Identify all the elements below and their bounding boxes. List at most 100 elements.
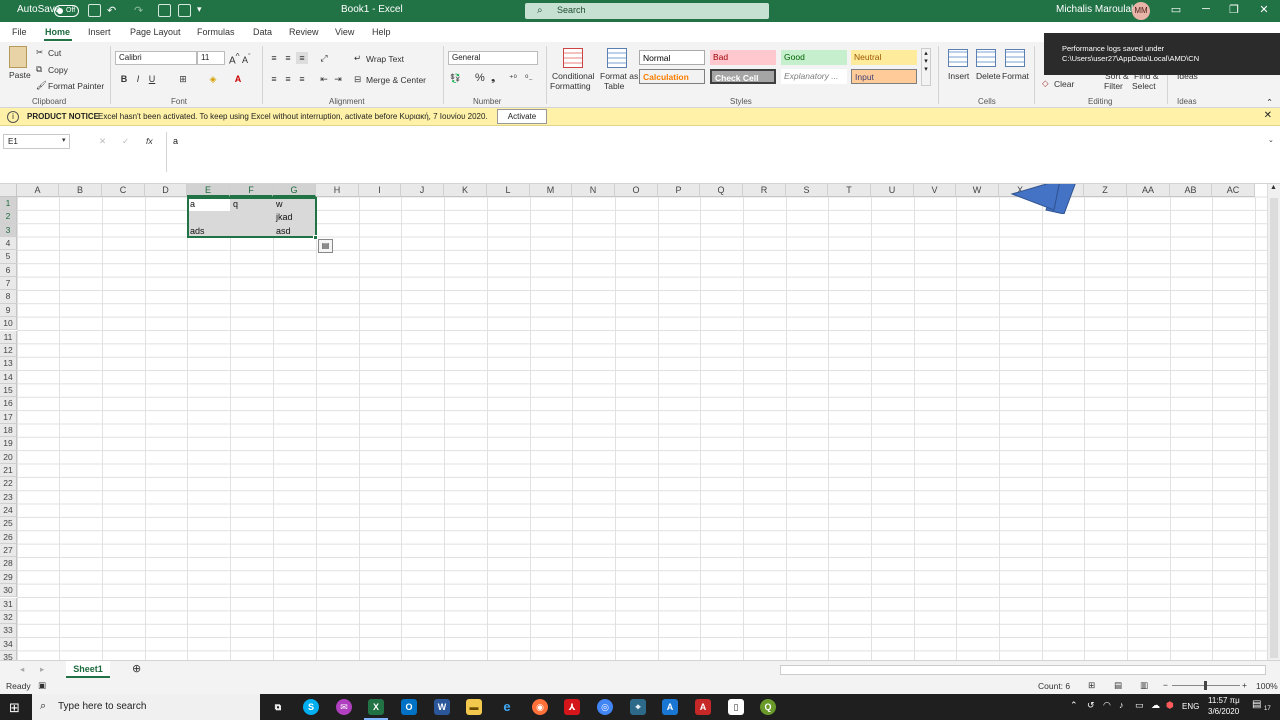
- conditional-formatting-label-2[interactable]: Formatting: [550, 81, 591, 91]
- close-notice-icon[interactable]: ✕: [1264, 110, 1272, 121]
- zoom-out-icon[interactable]: −: [1163, 680, 1168, 690]
- chrome-icon[interactable]: ◎: [597, 699, 613, 715]
- row-header-28[interactable]: 28: [0, 557, 17, 571]
- style-neutral[interactable]: Neutral: [851, 50, 917, 65]
- windows-start-icon[interactable]: ⊞: [9, 700, 20, 716]
- excel-taskbar-icon[interactable]: X: [368, 699, 384, 715]
- column-header-e[interactable]: E: [187, 184, 230, 197]
- column-header-w[interactable]: W: [956, 184, 999, 197]
- quick-analysis-icon[interactable]: ▤: [318, 239, 333, 253]
- align-bottom-icon[interactable]: ≡: [296, 52, 308, 64]
- collapse-ribbon-icon[interactable]: ⌃: [1266, 97, 1273, 108]
- row-header-30[interactable]: 30: [0, 584, 17, 598]
- row-header-14[interactable]: 14: [0, 370, 17, 384]
- search-box[interactable]: ⌕ Search: [525, 3, 769, 19]
- orientation-icon[interactable]: ⤢: [318, 52, 330, 64]
- select-all-corner[interactable]: [0, 184, 17, 197]
- customize-qat-icon[interactable]: ▾: [197, 4, 210, 17]
- activate-button[interactable]: Activate: [497, 109, 547, 124]
- number-format-select[interactable]: General: [448, 51, 538, 65]
- column-header-t[interactable]: T: [828, 184, 871, 197]
- row-header-3[interactable]: 3: [0, 223, 17, 238]
- messenger-icon[interactable]: ✉: [336, 699, 352, 715]
- tab-file[interactable]: File: [12, 27, 27, 37]
- skype-icon[interactable]: S: [303, 699, 319, 715]
- row-header-5[interactable]: 5: [0, 250, 17, 264]
- tab-home[interactable]: Home: [45, 27, 70, 37]
- column-header-ac[interactable]: AC: [1212, 184, 1255, 197]
- underline-icon[interactable]: U: [146, 73, 158, 85]
- row-header-7[interactable]: 7: [0, 277, 17, 291]
- minimize-icon[interactable]: ─: [1196, 3, 1216, 19]
- show-hidden-icons[interactable]: ⌃: [1070, 700, 1078, 711]
- horizontal-scrollbar[interactable]: [780, 665, 1266, 675]
- style-good[interactable]: Good: [781, 50, 847, 65]
- row-header-35[interactable]: 35: [0, 650, 17, 660]
- clear-button[interactable]: Clear: [1054, 79, 1074, 89]
- row-header-1[interactable]: 1: [0, 197, 17, 211]
- column-header-d[interactable]: D: [145, 184, 187, 197]
- styles-more-icon[interactable]: ▴ ▾ ▾: [921, 48, 931, 86]
- format-cells-button[interactable]: Format: [1002, 71, 1029, 81]
- battery-icon[interactable]: ▭: [1135, 700, 1144, 711]
- network-activity-icon[interactable]: ↺: [1087, 700, 1095, 711]
- insert-cells-icon[interactable]: [948, 49, 968, 67]
- maps-icon[interactable]: ⌖: [630, 699, 646, 715]
- zoom-in-icon[interactable]: +: [1242, 680, 1247, 690]
- outlook-icon[interactable]: O: [401, 699, 417, 715]
- column-header-m[interactable]: M: [530, 184, 572, 197]
- worksheet-grid[interactable]: ABCDEFGHIJKLMNOPQRSTUVWXYZAAABAC 1234567…: [0, 184, 1267, 660]
- style-check-cell[interactable]: Check Cell: [710, 69, 776, 84]
- format-cells-icon[interactable]: [1005, 49, 1025, 67]
- style-calculation[interactable]: Calculation: [639, 69, 705, 84]
- tab-formulas[interactable]: Formulas: [197, 27, 235, 37]
- row-header-4[interactable]: 4: [0, 237, 17, 251]
- row-header-12[interactable]: 12: [0, 343, 17, 358]
- column-header-i[interactable]: I: [359, 184, 401, 197]
- text-editor-icon[interactable]: A: [662, 699, 678, 715]
- page-break-view-icon[interactable]: ▥: [1140, 680, 1148, 691]
- file-explorer-icon[interactable]: ▬: [466, 699, 482, 715]
- format-painter-icon[interactable]: 🖌: [36, 80, 47, 91]
- sort-filter-button[interactable]: Filter: [1104, 81, 1123, 91]
- row-header-16[interactable]: 16: [0, 397, 17, 411]
- row-header-26[interactable]: 26: [0, 530, 17, 545]
- close-icon[interactable]: ✕: [1254, 3, 1274, 19]
- row-header-34[interactable]: 34: [0, 637, 17, 651]
- font-name-select[interactable]: Calibri: [115, 51, 197, 65]
- style-input[interactable]: Input: [851, 69, 917, 84]
- align-left-icon[interactable]: ≡: [268, 73, 280, 85]
- row-header-20[interactable]: 20: [0, 450, 17, 464]
- row-header-23[interactable]: 23: [0, 490, 17, 505]
- macro-record-icon[interactable]: ▣: [38, 680, 46, 691]
- zoom-level[interactable]: 100%: [1256, 681, 1278, 691]
- row-header-24[interactable]: 24: [0, 504, 17, 518]
- confirm-entry-icon[interactable]: ✓: [122, 136, 129, 147]
- column-header-u[interactable]: U: [871, 184, 914, 197]
- new-file-icon[interactable]: [158, 4, 171, 17]
- column-header-n[interactable]: N: [572, 184, 615, 197]
- notepad-icon[interactable]: ▯: [728, 699, 744, 715]
- row-header-31[interactable]: 31: [0, 597, 17, 611]
- vertical-scrollbar[interactable]: ▲: [1267, 184, 1280, 660]
- row-header-2[interactable]: 2: [0, 210, 17, 224]
- column-header-f[interactable]: F: [230, 184, 273, 197]
- row-header-19[interactable]: 19: [0, 437, 17, 451]
- page-layout-view-icon[interactable]: ▤: [1114, 680, 1122, 691]
- comma-style-icon[interactable]: ❟: [491, 72, 495, 85]
- normal-view-icon[interactable]: ⊞: [1088, 680, 1095, 691]
- column-header-p[interactable]: P: [658, 184, 700, 197]
- column-header-j[interactable]: J: [401, 184, 444, 197]
- row-header-8[interactable]: 8: [0, 290, 17, 304]
- name-box-dropdown-icon[interactable]: ▾: [62, 136, 66, 144]
- format-as-table-icon[interactable]: [607, 48, 627, 68]
- column-header-l[interactable]: L: [487, 184, 530, 197]
- cancel-entry-icon[interactable]: ✕: [99, 136, 106, 147]
- column-header-h[interactable]: H: [316, 184, 359, 197]
- style-explanatory[interactable]: Explanatory ...: [781, 69, 847, 84]
- format-as-table-label[interactable]: Format as: [600, 71, 638, 81]
- avatar[interactable]: MM: [1132, 2, 1150, 20]
- firefox-icon[interactable]: ◉: [532, 699, 548, 715]
- wrap-text-icon[interactable]: ↵: [354, 53, 361, 64]
- italic-icon[interactable]: I: [132, 73, 144, 85]
